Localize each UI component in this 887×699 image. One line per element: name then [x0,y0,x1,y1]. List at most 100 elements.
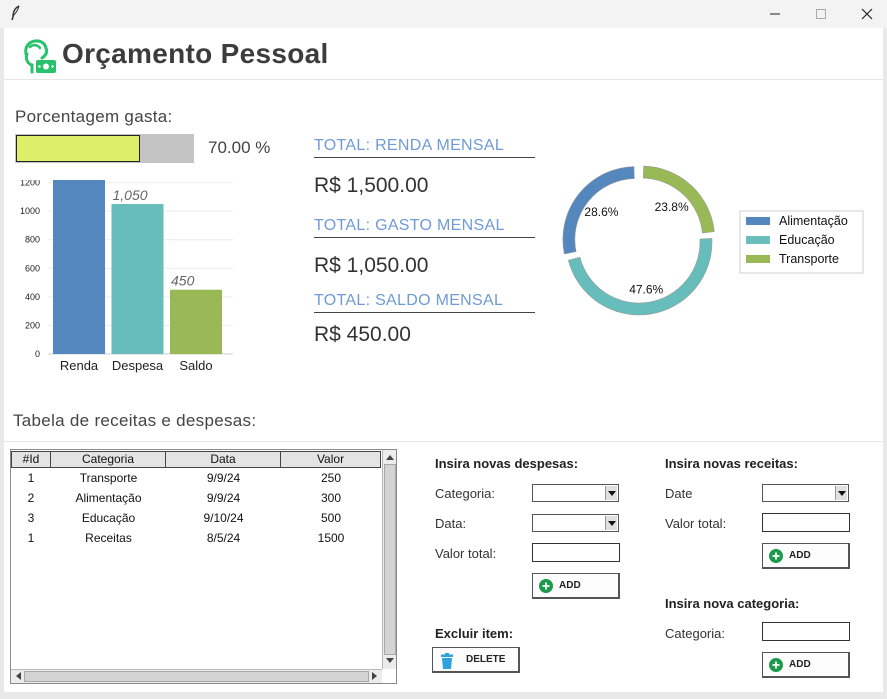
legend-swatch [746,217,770,225]
column-header-valor[interactable]: Valor [281,451,381,468]
nova-categoria-label: Categoria: [665,626,725,641]
scroll-left-icon[interactable] [12,670,24,682]
vertical-scrollbar[interactable] [382,450,396,669]
y-tick-label: 800 [25,235,40,245]
horizontal-scroll-thumb[interactable] [24,671,369,682]
total-saldo-label: TOTAL: SALDO MENSAL [314,292,535,313]
nova-categoria-input[interactable] [762,622,850,641]
cell-data: 8/5/24 [206,531,241,545]
section-divider [4,441,883,442]
slice-percent-label: 23.8% [655,200,689,214]
slice-percent-label: 47.6% [629,282,663,296]
scroll-up-icon[interactable] [384,451,396,463]
minimize-icon [770,13,780,15]
chevron-down-icon[interactable] [835,486,847,500]
column-header-categoria[interactable]: Categoria [51,451,166,468]
table-title: Tabela de receitas e despesas: [13,411,257,430]
table-row[interactable]: 2 Alimentação 9/9/24 300 [11,489,381,509]
despesa-data-picker[interactable] [532,514,619,532]
cell-id: 3 [27,511,35,525]
total-renda-label: TOTAL: RENDA MENSAL [314,137,535,158]
add-receita-button[interactable]: ADD [762,543,850,569]
table-row[interactable]: 3 Educação 9/10/24 500 [11,509,381,529]
delete-button[interactable]: DELETE [432,647,520,673]
bar-value-label: 450 [171,273,195,289]
title-bar [0,0,887,28]
receita-valor-input[interactable] [762,513,850,532]
plus-circle-icon [769,657,783,672]
cell-categoria: Transporte [79,471,138,485]
person-money-icon [24,39,56,74]
category-label: Despesa [112,358,164,373]
chevron-down-icon[interactable] [605,516,617,530]
bar-chart: 02004006008001000120014001,500Renda1,050… [20,180,233,373]
bar [170,289,222,354]
add-despesa-label: ADD [559,580,581,591]
close-button[interactable] [844,0,887,28]
receitas-form-title: Insira novas receitas: [665,456,798,471]
y-tick-label: 200 [25,320,40,330]
total-gasto-label: TOTAL: GASTO MENSAL [314,217,535,238]
cell-valor: 300 [320,491,342,505]
y-tick-label: 1200 [20,180,40,188]
receita-date-picker[interactable] [762,484,849,502]
despesa-valor-label: Valor total: [435,546,497,561]
legend-swatch [746,255,770,263]
column-header-data[interactable]: Data [166,451,281,468]
plus-circle-icon [769,548,783,563]
despesas-form-title: Insira novas despesas: [435,456,579,471]
category-label: Renda [60,358,99,373]
trash-icon [440,652,454,669]
cell-valor: 500 [320,511,342,525]
y-tick-label: 0 [35,349,40,359]
scroll-down-icon[interactable] [384,655,396,667]
bar-value-label: 1,050 [113,187,148,203]
table-row[interactable]: 1 Receitas 8/5/24 1500 [11,529,381,549]
window-border [883,28,887,699]
table-row[interactable]: 1 Transporte 9/9/24 250 [11,469,381,489]
donut-legend: Alimentação Educação Transporte [739,210,864,274]
transactions-table[interactable]: #Id Categoria Data Valor 1 Transporte 9/… [10,449,397,684]
despesa-categoria-select[interactable] [532,484,619,502]
total-gasto-value: R$ 1,050.00 [314,254,429,277]
despesa-data-label: Data: [435,516,467,531]
percent-label: Porcentagem gasta: [15,107,173,126]
bar [53,180,105,354]
horizontal-scrollbar[interactable] [11,669,382,683]
slice-percent-label: 28.6% [584,205,618,219]
cell-id: 1 [27,471,35,485]
chevron-down-icon[interactable] [605,486,617,500]
cell-categoria: Educação [81,511,136,525]
receita-date-label: Date [665,486,693,501]
despesa-categoria-label: Categoria: [435,486,495,501]
cell-categoria: Receitas [85,531,132,545]
categoria-form-title: Insira nova categoria: [665,596,800,611]
maximize-button[interactable] [798,0,844,28]
y-tick-label: 600 [25,263,40,273]
add-receita-label: ADD [789,550,811,561]
app-title: Orçamento Pessoal [62,38,329,69]
donut-chart: 23.8% 47.6% 28.6% Alimentação Educação Transp… [562,165,864,316]
total-renda-value: R$ 1,500.00 [314,174,429,197]
donut-slice [567,238,713,316]
column-header-id[interactable]: #Id [11,451,51,468]
cell-id: 2 [27,491,35,505]
despesa-valor-input[interactable] [532,543,620,562]
add-despesa-button[interactable]: ADD [532,573,620,599]
progress-fill [16,135,140,162]
legend-label: Alimentação [779,214,848,228]
plus-circle-icon [539,578,553,593]
scroll-right-icon[interactable] [369,670,381,682]
cell-categoria: Alimentação [75,491,142,505]
cell-id: 1 [27,531,35,545]
cell-valor: 250 [320,471,342,485]
add-categoria-button[interactable]: ADD [762,652,850,678]
total-saldo-value: R$ 450.00 [314,323,411,346]
receita-valor-label: Valor total: [665,516,727,531]
minimize-button[interactable] [752,0,798,28]
vertical-scroll-thumb[interactable] [384,464,396,655]
legend-swatch [746,236,770,244]
maximize-icon [816,9,826,19]
y-tick-label: 1000 [20,206,40,216]
cell-data: 9/9/24 [206,471,241,485]
